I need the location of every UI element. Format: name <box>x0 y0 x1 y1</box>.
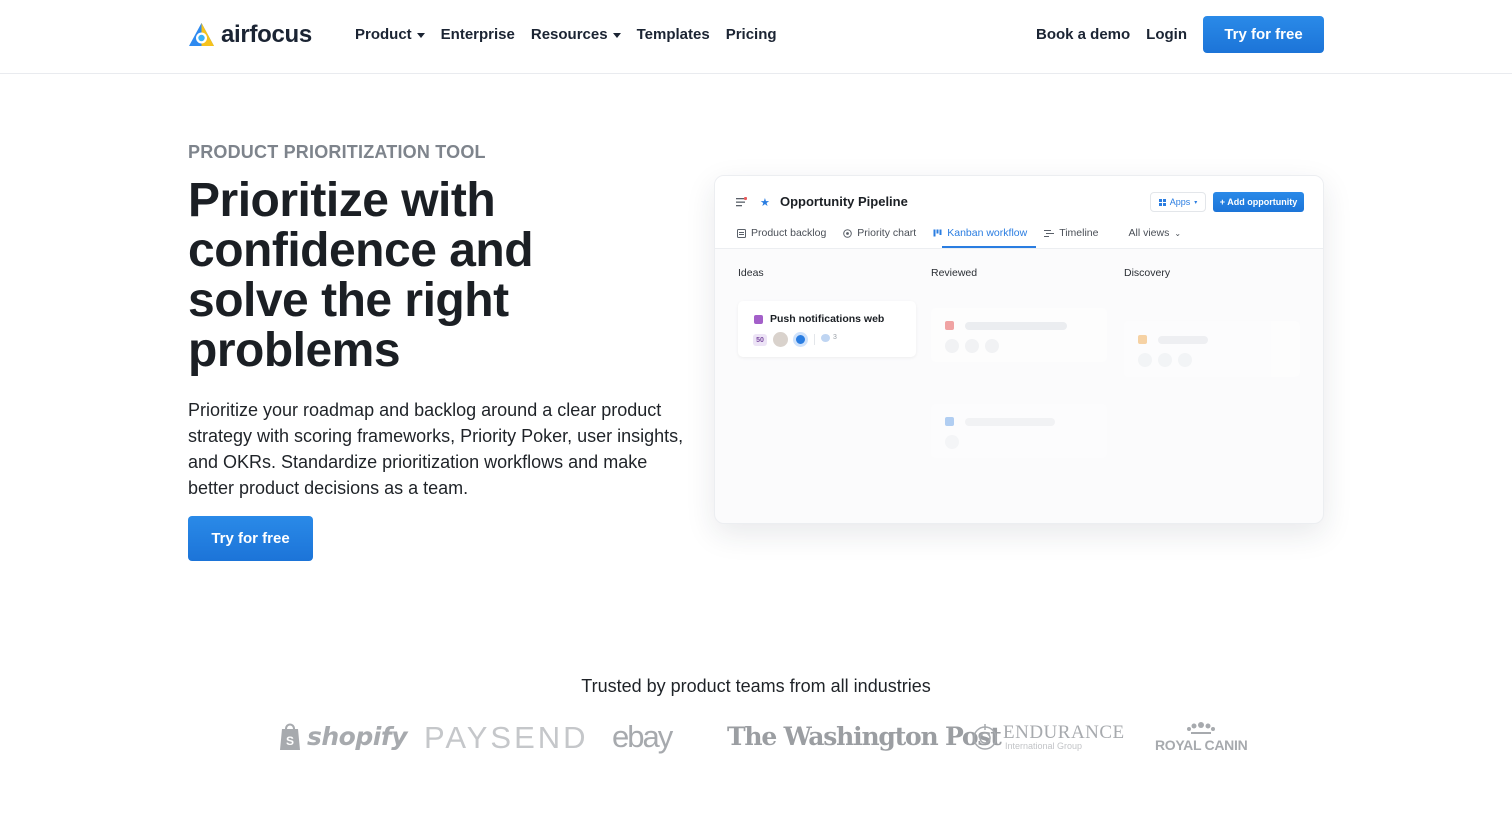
nav-templates[interactable]: Templates <box>637 26 710 43</box>
logo-text: shopify <box>307 721 408 751</box>
target-icon <box>843 228 853 238</box>
tab-kanban-workflow[interactable]: Kanban workflow <box>933 226 1027 240</box>
kanban-icon <box>933 229 942 236</box>
column-reviewed: Reviewed <box>931 267 978 279</box>
placeholder-card <box>931 404 1107 458</box>
logo-subtext: International Group <box>1005 741 1083 751</box>
tab-label: Kanban workflow <box>947 227 1028 239</box>
menu-icon <box>736 197 747 207</box>
add-opportunity-button[interactable]: + Add opportunity <box>1213 192 1304 212</box>
card-divider <box>814 334 815 345</box>
app-preview: ★ Opportunity Pipeline Apps ▾ + Add oppo… <box>714 175 1324 524</box>
header-actions: Book a demo Login Try for free <box>1036 16 1324 53</box>
logo-text: ENDURANCE <box>1003 722 1125 743</box>
endurance-logo: ENDURANCE International Group <box>972 722 1125 752</box>
nav-templates-label: Templates <box>636 26 710 43</box>
star-icon: ★ <box>760 197 770 209</box>
hero-eyebrow: PRODUCT PRIORITIZATION TOOL <box>188 142 486 162</box>
logo-text: PAYSEND <box>424 720 589 755</box>
placeholder-card <box>1124 321 1300 377</box>
list-icon <box>737 228 746 238</box>
header-try-free-button[interactable]: Try for free <box>1203 16 1324 53</box>
nav-enterprise[interactable]: Enterprise <box>441 26 515 43</box>
comment-icon <box>821 334 830 342</box>
compass-emblem-icon <box>973 724 997 750</box>
tab-all-views[interactable]: All views ⌄ <box>1129 226 1182 240</box>
customer-logos: S shopify PAYSEND ebay The Washington Po… <box>0 718 1512 764</box>
svg-text:S: S <box>286 734 294 748</box>
airfocus-logo-icon <box>189 23 214 46</box>
tab-label: All views <box>1128 227 1170 239</box>
chevron-down-icon: ⌄ <box>1174 228 1182 238</box>
hero-description: Prioritize your roadmap and backlog arou… <box>188 400 684 498</box>
brand-name: airfocus <box>221 21 312 48</box>
app-preview-title: Opportunity Pipeline <box>780 194 908 209</box>
brand-logo[interactable]: airfocus <box>188 21 312 49</box>
chevron-down-icon <box>612 33 621 38</box>
view-tabs: Product backlog Priority chart Kanban wo… <box>737 226 1181 240</box>
comment-count: 3 <box>833 334 837 341</box>
tab-label: Timeline <box>1059 227 1099 239</box>
placeholder-card <box>931 308 1107 362</box>
main-nav: Product Enterprise Resources Templates P… <box>355 26 777 43</box>
book-demo-link[interactable]: Book a demo <box>1036 26 1130 43</box>
nav-resources[interactable]: Resources <box>531 26 621 43</box>
logo-text: ebay <box>612 719 673 754</box>
logo-text: ROYAL CANIN <box>1155 737 1248 753</box>
paysend-logo: PAYSEND <box>424 720 589 756</box>
timeline-icon <box>1044 229 1055 237</box>
tab-priority-chart[interactable]: Priority chart <box>843 226 916 240</box>
tab-label: Priority chart <box>857 227 917 239</box>
login-link[interactable]: Login <box>1146 26 1187 43</box>
crown-icon <box>1187 722 1216 734</box>
nav-product-label: Product <box>355 26 412 43</box>
avatar <box>773 332 788 347</box>
nav-resources-label: Resources <box>530 26 608 43</box>
shopify-logo: S shopify <box>278 721 408 751</box>
nav-enterprise-label: Enterprise <box>440 26 515 43</box>
chevron-down-icon: ▾ <box>1194 199 1198 206</box>
apps-label: Apps <box>1169 197 1191 207</box>
app-preview-toolbar: ★ Opportunity Pipeline Apps ▾ + Add oppo… <box>715 176 1323 249</box>
nav-pricing[interactable]: Pricing <box>726 26 777 43</box>
tab-label: Product backlog <box>751 227 827 239</box>
grid-icon <box>1158 198 1166 206</box>
logo-text: The Washington Post <box>727 722 1002 751</box>
nav-pricing-label: Pricing <box>725 26 777 43</box>
tab-timeline[interactable]: Timeline <box>1044 226 1099 240</box>
hero-title: Prioritize with confidence and solve the… <box>188 174 534 377</box>
nav-product[interactable]: Product <box>355 26 425 43</box>
score-badge: 50 <box>753 334 767 346</box>
assignee-icon <box>793 332 808 347</box>
royal-canin-logo: ROYAL CANIN <box>1155 720 1248 753</box>
tab-product-backlog[interactable]: Product backlog <box>737 226 826 240</box>
item-type-icon <box>754 315 763 324</box>
chevron-down-icon <box>416 33 425 38</box>
hero-try-free-button[interactable]: Try for free <box>188 516 313 561</box>
shopping-bag-icon: S <box>280 723 300 750</box>
ebay-logo: ebay <box>612 719 673 755</box>
apps-dropdown[interactable]: Apps ▾ <box>1150 192 1206 212</box>
site-header: airfocus Product Enterprise Resources Te… <box>0 0 1512 74</box>
kanban-card[interactable]: Push notifications web 50 3 <box>738 301 916 357</box>
column-discovery: Discovery <box>1124 267 1171 279</box>
trusted-heading: Trusted by product teams from all indust… <box>581 676 931 696</box>
column-ideas: Ideas <box>738 267 764 279</box>
active-tab-indicator <box>942 246 1036 248</box>
washington-post-logo: The Washington Post <box>727 722 1002 751</box>
card-title: Push notifications web <box>770 313 885 325</box>
